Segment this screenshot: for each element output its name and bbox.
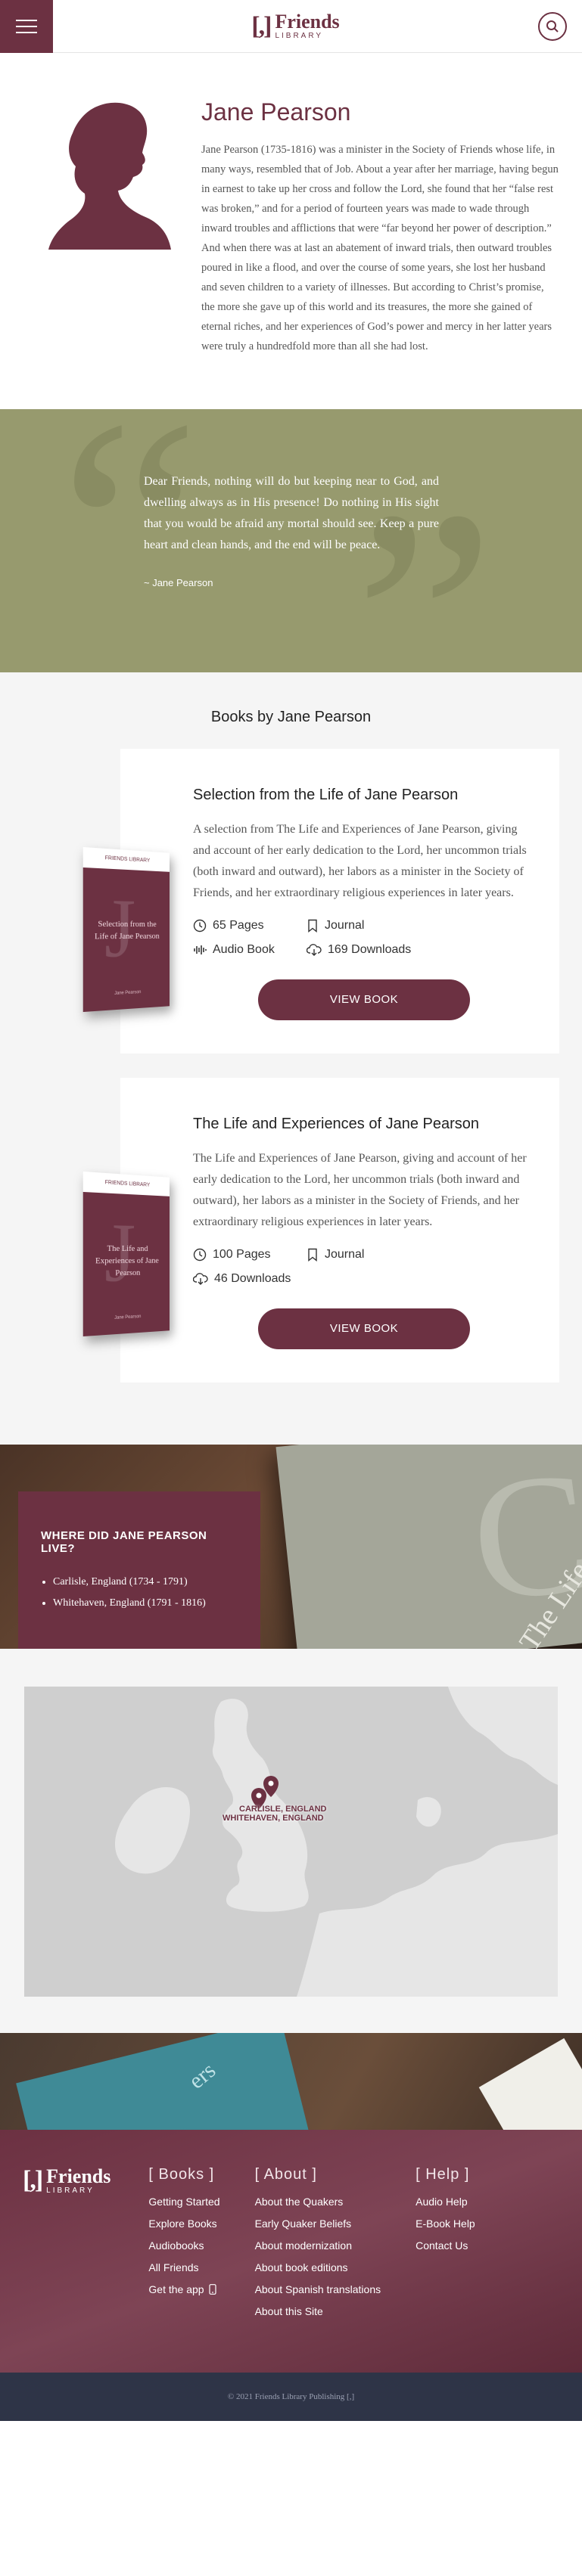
footer-link-book-editions[interactable]: About book editions [255,2261,381,2273]
place-item: Whitehaven, England (1791 - 1816) [53,1597,238,1609]
footer-books-heading: [ Books ] [148,2166,215,2183]
book-type: Journal [325,1248,365,1261]
footer-link-audiobooks[interactable]: Audiobooks [148,2239,219,2252]
footer-about-column: [ About ] About the Quakers Early Quaker… [255,2166,381,2327]
site-logo[interactable]: [,] Friends LIBRARY [251,12,339,41]
bookmark-icon [308,1248,317,1262]
book-title[interactable]: The Life and Experiences of Jane Pearson [193,1116,535,1133]
background-book-image [16,2033,317,2130]
footer-link-explore-books[interactable]: Explore Books [148,2218,219,2230]
footer-link-all-friends[interactable]: All Friends [148,2261,219,2273]
author-biography: Jane Pearson (1735-1816) was a minister … [201,144,559,352]
logo-name: Friends [46,2165,111,2187]
book-pages: 65 Pages [213,919,264,932]
footer-books-column: [ Books ] Getting Started Explore Books … [148,2166,219,2327]
menu-line-icon [16,31,37,33]
view-book-button[interactable]: VIEW BOOK [258,979,470,1020]
logo-sub: LIBRARY [275,32,324,40]
book-card: FRIENDS LIBRARY J Selection from the Lif… [82,749,559,1054]
map-landmass [24,1687,558,1997]
logo-name: Friends [275,11,340,33]
decorative-books-image: ers [0,2033,582,2130]
places-list: Carlisle, England (1734 - 1791) Whitehav… [41,1576,238,1609]
phone-icon [208,2284,216,2295]
background-book-image [478,2038,582,2130]
view-book-button[interactable]: VIEW BOOK [258,1308,470,1349]
map-label-carlisle: CARLISLE, ENGLAND [239,1805,327,1814]
footer-link-modernization[interactable]: About modernization [255,2239,381,2252]
footer-link-quaker-beliefs[interactable]: Early Quaker Beliefs [255,2218,381,2230]
logo-bracket: [,] [23,2166,43,2194]
footer-link-audio-help[interactable]: Audio Help [415,2196,475,2208]
book-title[interactable]: Selection from the Life of Jane Pearson [193,787,535,804]
footer-help-heading: [ Help ] [415,2166,470,2183]
hamburger-menu-button[interactable] [0,0,53,53]
copyright: © 2021 Friends Library Publishing [,] [0,2373,582,2421]
bookmark-icon [308,919,317,933]
book-meta: 65 Pages Journal Audio Book 169 Download… [193,919,535,957]
book-meta: 100 Pages Journal 46 Downloads [193,1248,535,1286]
search-icon [546,20,559,33]
author-silhouette-icon [48,102,171,250]
audio-wave-icon [194,945,207,954]
footer-link-spanish-translations[interactable]: About Spanish translations [255,2283,381,2295]
quote-text: Dear Friends, nothing will do but keepin… [144,475,439,551]
book-description: The Life and Experiences of Jane Pearson… [193,1152,527,1228]
site-header: [,] Friends LIBRARY [0,0,582,53]
clock-icon [193,1248,207,1262]
book-cover[interactable]: FRIENDS LIBRARY J The Life and Experienc… [82,1171,170,1337]
footer-help-column: [ Help ] Audio Help E-Book Help Contact … [415,2166,475,2327]
quote-section: “ ” Dear Friends, nothing will do but ke… [0,409,582,672]
menu-line-icon [16,19,37,21]
map-label-whitehaven: WHITEHAVEN, ENGLAND [223,1814,324,1823]
residence-map[interactable]: CARLISLE, ENGLAND WHITEHAVEN, ENGLAND [24,1687,558,1997]
logo-bracket: [,] [251,11,272,40]
footer-link-about-quakers[interactable]: About the Quakers [255,2196,381,2208]
book-downloads: 169 Downloads [328,943,412,956]
cloud-download-icon [307,944,322,956]
clock-icon [193,919,207,933]
where-lived-section: C The Life WHERE DID JANE PEARSON LIVE? … [0,1445,582,1649]
where-lived-heading: WHERE DID JANE PEARSON LIVE? [41,1529,207,1555]
book-downloads: 46 Downloads [214,1272,291,1285]
cover-title: The Life and Experiences of Jane Pearson [95,1243,159,1278]
logo-sub: LIBRARY [46,2186,95,2195]
map-section: CARLISLE, ENGLAND WHITEHAVEN, ENGLAND [0,1649,582,2033]
book-audio[interactable]: Audio Book [213,943,275,957]
footer-link-get-the-app[interactable]: Get the app [148,2283,219,2295]
site-footer: [,] Friends LIBRARY [ Books ] Getting St… [0,2130,582,2373]
book-type: Journal [325,919,365,932]
book-description: A selection from The Life and Experience… [193,823,527,899]
cloud-download-icon [193,1273,208,1285]
cover-title: Selection from the Life of Jane Pearson [94,919,160,942]
place-item: Carlisle, England (1734 - 1791) [53,1576,238,1588]
footer-link-about-site[interactable]: About this Site [255,2305,381,2317]
quote-attribution: ~ Jane Pearson [144,577,213,588]
cover-author: Jane Pearson [114,990,142,997]
footer-link-contact[interactable]: Contact Us [415,2239,475,2252]
book-card: FRIENDS LIBRARY J The Life and Experienc… [82,1078,559,1383]
where-lived-box: WHERE DID JANE PEARSON LIVE? Carlisle, E… [18,1491,260,1649]
footer-about-heading: [ About ] [254,2166,317,2183]
author-name: Jane Pearson [201,98,351,126]
books-heading: Books by Jane Pearson [210,709,372,725]
book-cover[interactable]: FRIENDS LIBRARY J Selection from the Lif… [82,846,170,1013]
footer-logo[interactable]: [,] Friends LIBRARY [23,2166,110,2195]
footer-link-getting-started[interactable]: Getting Started [148,2196,219,2208]
background-book-image: C The Life [275,1445,582,1649]
search-button[interactable] [537,11,567,41]
cover-author: Jane Pearson [114,1314,142,1321]
menu-line-icon [16,25,37,27]
footer-link-ebook-help[interactable]: E-Book Help [415,2218,475,2230]
books-section: Books by Jane Pearson FRIENDS LIBRARY J … [0,672,582,1445]
author-bio: Jane Pearson Jane Pearson (1735-1816) wa… [0,53,582,409]
book-pages: 100 Pages [213,1248,271,1261]
